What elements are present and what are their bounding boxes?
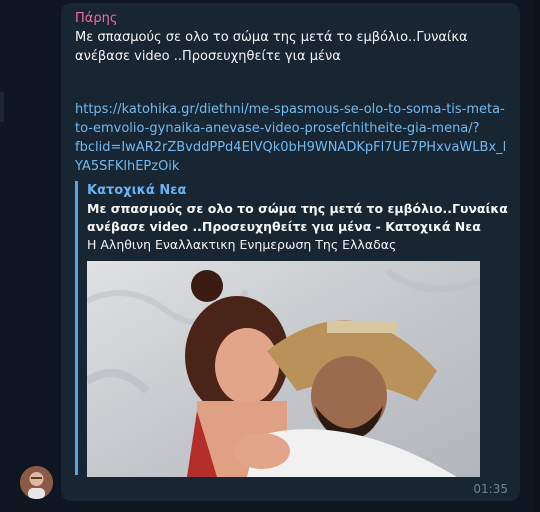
preview-description: Η Αληθινη Εναλλακτικη Ενημερωση Της Ελλα… xyxy=(87,237,397,252)
preview-title-line: ανέβασε video ..Προσευχηθείτε για μένα -… xyxy=(87,219,481,234)
message-text-line: Με σπασμούς σε ολο το σώμα της μετά το ε… xyxy=(75,30,468,45)
message-text: Με σπασμούς σε ολο το σώμα της μετά το ε… xyxy=(75,28,505,66)
sender-avatar[interactable] xyxy=(20,466,53,499)
link-line[interactable]: to-emvolio-gynaika-anevase-video-prosefc… xyxy=(75,119,505,138)
preview-title-line: Με σπασμούς σε ολο το σώμα της μετά το ε… xyxy=(87,201,508,216)
message-text-line: ανέβασε video ..Προσευχηθείτε για μένα xyxy=(75,49,341,64)
sender-name[interactable]: Πάρης xyxy=(75,11,117,26)
left-panel-edge xyxy=(0,92,4,122)
link-line[interactable]: https://katohika.gr/diethni/me-spasmous-… xyxy=(75,100,505,119)
preview-site-name: Κατοχικά Νεα xyxy=(87,183,187,198)
preview-image[interactable] xyxy=(87,261,480,477)
link-line[interactable]: fbclid=IwAR2rZBvddPPd4EIVQk0bH9WNADKpFl7… xyxy=(75,138,506,157)
preview-title: Με σπασμούς σε ολο το σώμα της μετά το ε… xyxy=(87,200,508,236)
link-preview[interactable]: Κατοχικά Νεα Με σπασμούς σε ολο το σώμα … xyxy=(75,181,508,477)
scrollbar-track[interactable] xyxy=(534,0,540,512)
link-line[interactable]: YA5SFKlhEPzOik xyxy=(75,157,505,176)
message-bubble[interactable]: Πάρης Με σπασμούς σε ολο το σώμα της μετ… xyxy=(61,3,520,501)
message-time: 01:35 xyxy=(473,482,508,496)
message-link[interactable]: https://katohika.gr/diethni/me-spasmous-… xyxy=(75,100,506,176)
